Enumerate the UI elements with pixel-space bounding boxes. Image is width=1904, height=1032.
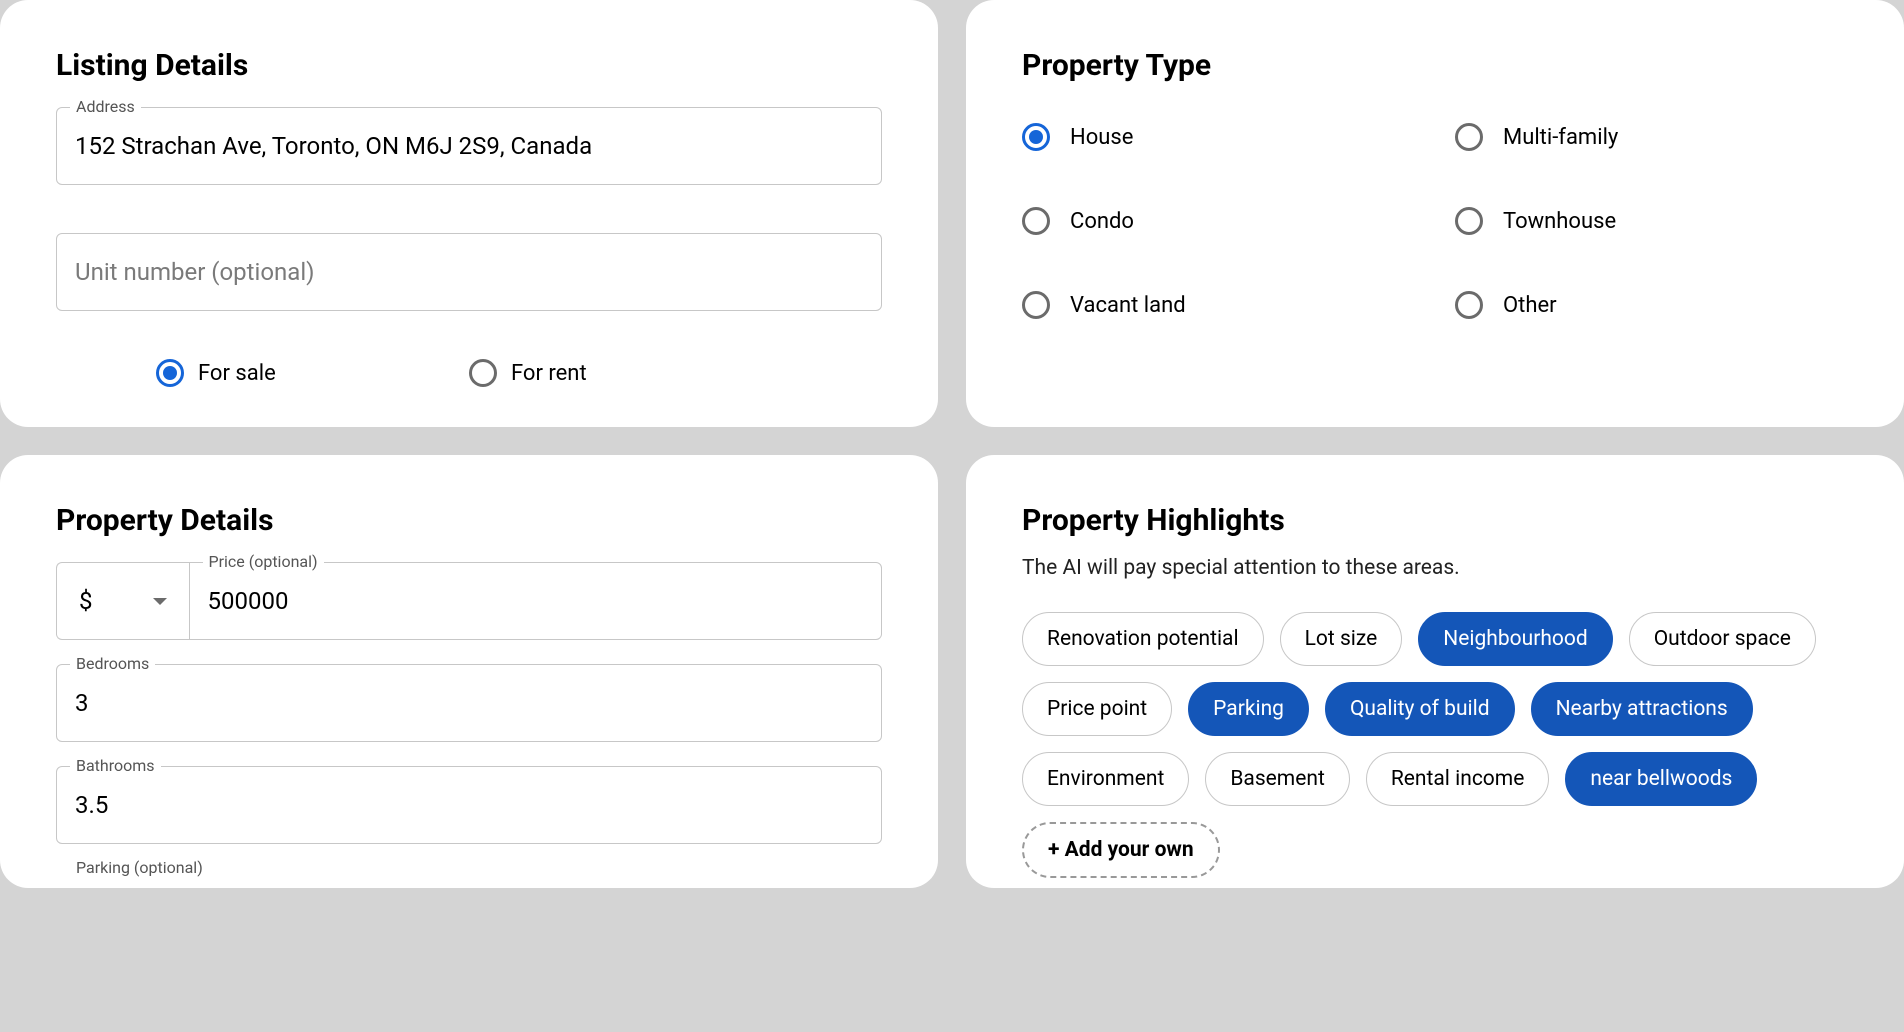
radio-condo[interactable]: Condo — [1022, 207, 1415, 235]
card-property-highlights: Property Highlights The AI will pay spec… — [966, 455, 1904, 888]
chip-neighbourhood[interactable]: Neighbourhood — [1418, 612, 1612, 666]
highlights-title: Property Highlights — [1022, 503, 1848, 538]
address-input[interactable] — [56, 107, 882, 185]
chip-price-point[interactable]: Price point — [1022, 682, 1172, 736]
radio-for-rent[interactable]: For rent — [469, 359, 782, 387]
price-row: $ Price (optional) — [56, 562, 882, 640]
bathrooms-field-wrapper: Bathrooms — [56, 766, 882, 844]
property-details-title: Property Details — [56, 503, 882, 538]
unit-input[interactable] — [56, 233, 882, 311]
townhouse-label: Townhouse — [1503, 209, 1616, 234]
radio-townhouse[interactable]: Townhouse — [1455, 207, 1848, 235]
chip-outdoor-space[interactable]: Outdoor space — [1629, 612, 1816, 666]
radio-for-sale[interactable]: For sale — [156, 359, 469, 387]
parking-label: Parking (optional) — [70, 858, 209, 877]
chip-renovation-potential[interactable]: Renovation potential — [1022, 612, 1264, 666]
radio-circle-icon — [1455, 291, 1483, 319]
chip-nearby-attractions[interactable]: Nearby attractions — [1531, 682, 1753, 736]
vacant-land-label: Vacant land — [1070, 293, 1186, 318]
address-field-wrapper: Address — [56, 107, 882, 185]
radio-circle-icon — [1022, 207, 1050, 235]
radio-circle-icon — [1022, 291, 1050, 319]
chip-near-bellwoods[interactable]: near bellwoods — [1565, 752, 1757, 806]
other-label: Other — [1503, 293, 1557, 318]
chevron-down-icon — [153, 598, 167, 605]
listing-type-radio-group: For sale For rent — [56, 359, 882, 387]
unit-field-wrapper — [56, 233, 882, 311]
radio-multi-family[interactable]: Multi-family — [1455, 123, 1848, 151]
bathrooms-input[interactable] — [56, 766, 882, 844]
for-sale-label: For sale — [198, 361, 276, 386]
chip-environment[interactable]: Environment — [1022, 752, 1189, 806]
radio-dot-icon — [163, 366, 177, 380]
price-input[interactable] — [189, 562, 883, 640]
radio-circle-icon — [156, 359, 184, 387]
chip-parking[interactable]: Parking — [1188, 682, 1309, 736]
bedrooms-label: Bedrooms — [70, 654, 155, 673]
radio-other[interactable]: Other — [1455, 291, 1848, 319]
price-label: Price (optional) — [203, 552, 324, 571]
radio-circle-icon — [1455, 207, 1483, 235]
price-input-wrap: Price (optional) — [189, 562, 883, 640]
condo-label: Condo — [1070, 209, 1134, 234]
card-property-details: Property Details $ Price (optional) Bedr… — [0, 455, 938, 888]
currency-symbol: $ — [79, 587, 93, 615]
chip-add-your-own[interactable]: + Add your own — [1022, 822, 1220, 878]
listing-details-title: Listing Details — [56, 48, 882, 83]
card-listing-details: Listing Details Address For sale For ren… — [0, 0, 938, 427]
radio-dot-icon — [1029, 130, 1043, 144]
radio-circle-icon — [1455, 123, 1483, 151]
address-label: Address — [70, 97, 141, 116]
card-property-type: Property Type House Multi-family Condo T… — [966, 0, 1904, 427]
for-rent-label: For rent — [511, 361, 587, 386]
property-type-title: Property Type — [1022, 48, 1848, 83]
chip-quality-of-build[interactable]: Quality of build — [1325, 682, 1515, 736]
currency-select[interactable]: $ — [56, 562, 189, 640]
radio-circle-icon — [469, 359, 497, 387]
highlights-chips: Renovation potential Lot size Neighbourh… — [1022, 612, 1848, 878]
radio-house[interactable]: House — [1022, 123, 1415, 151]
chip-lot-size[interactable]: Lot size — [1280, 612, 1403, 666]
property-type-grid: House Multi-family Condo Townhouse Vacan… — [1022, 123, 1848, 319]
bedrooms-field-wrapper: Bedrooms — [56, 664, 882, 742]
highlights-subtitle: The AI will pay special attention to the… — [1022, 556, 1848, 580]
radio-vacant-land[interactable]: Vacant land — [1022, 291, 1415, 319]
radio-circle-icon — [1022, 123, 1050, 151]
multi-family-label: Multi-family — [1503, 125, 1618, 150]
house-label: House — [1070, 125, 1133, 150]
chip-rental-income[interactable]: Rental income — [1366, 752, 1550, 806]
chip-basement[interactable]: Basement — [1205, 752, 1350, 806]
bedrooms-input[interactable] — [56, 664, 882, 742]
bathrooms-label: Bathrooms — [70, 756, 161, 775]
